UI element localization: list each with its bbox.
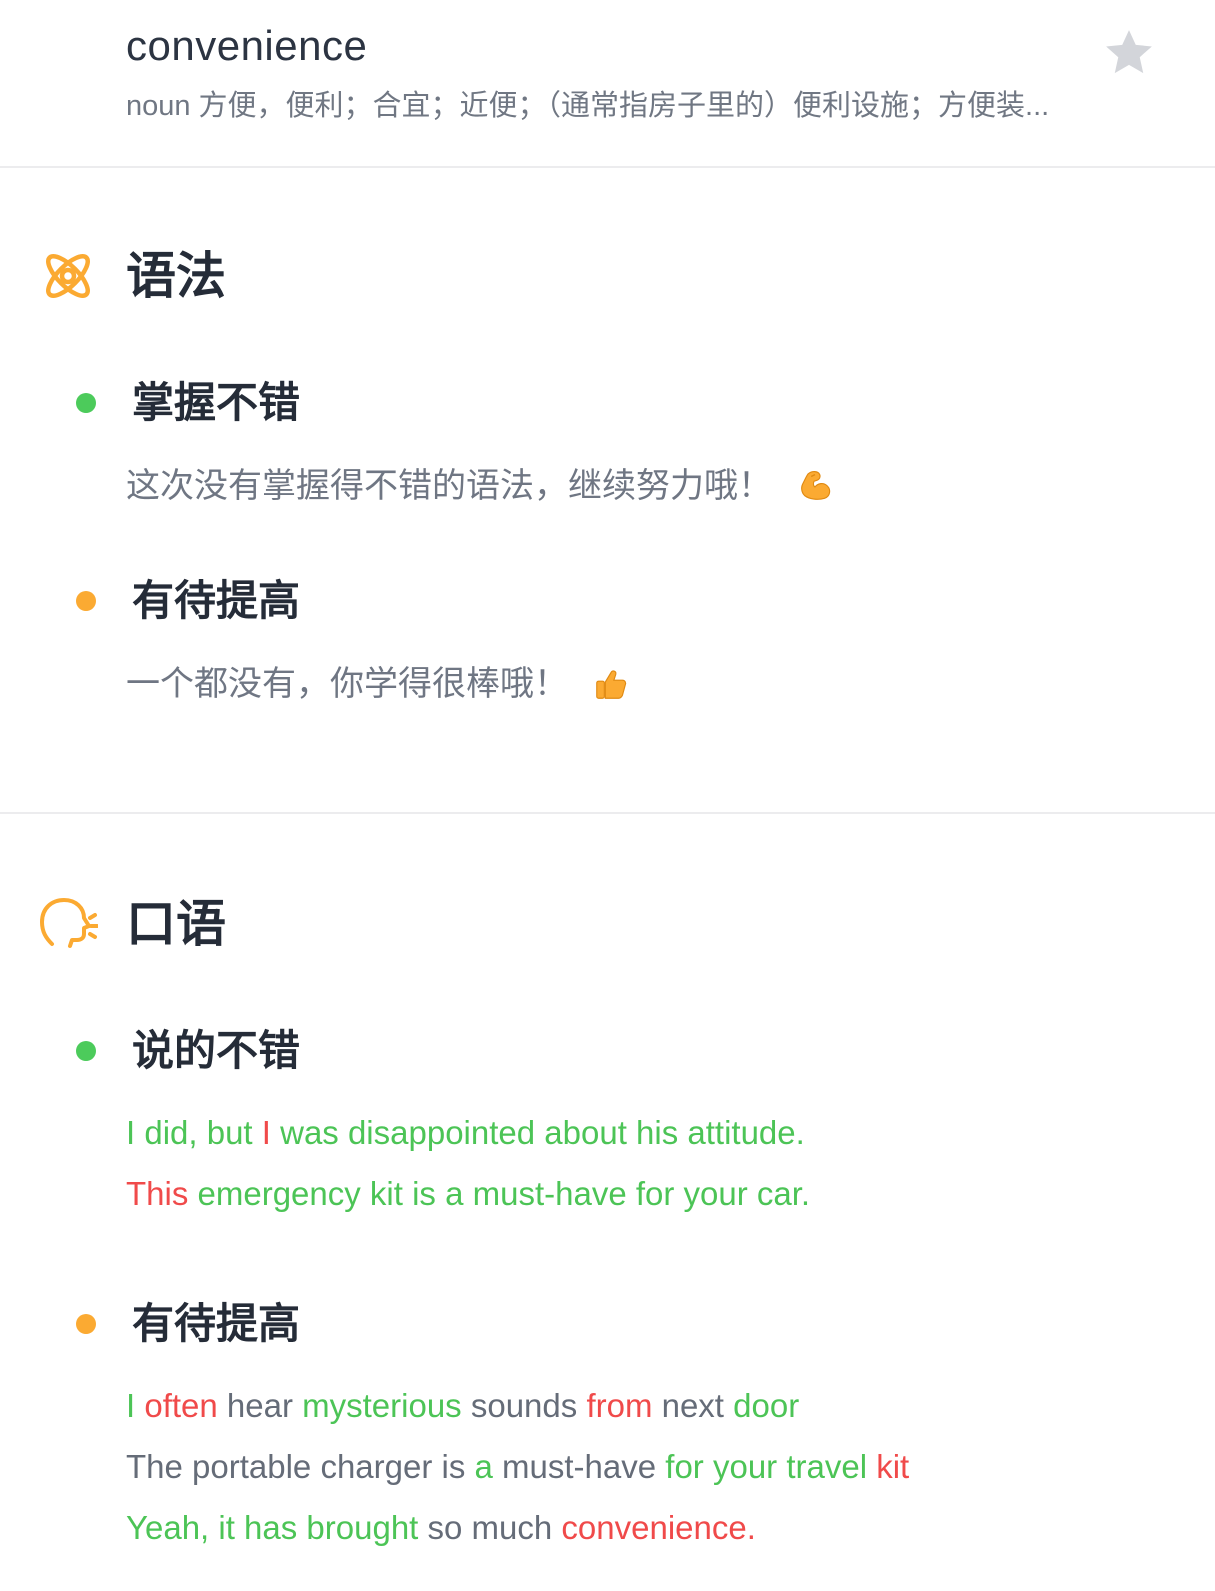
good-status-dot	[76, 393, 96, 413]
flexed-biceps-emoji	[801, 471, 831, 500]
sentence-segment-red: This	[126, 1175, 189, 1212]
sentence-segment-red: convenience.	[561, 1509, 756, 1546]
sentence-segment-green: Yeah, it has brought	[126, 1509, 428, 1546]
thumbs-up-emoji	[596, 670, 627, 699]
speaking-title: 口语	[126, 896, 226, 952]
sentence-segment-gray: next	[652, 1387, 734, 1424]
word-title: convenience	[126, 22, 368, 69]
grammar-good-note: 这次没有掌握得不错的语法，继续努力哦！	[126, 462, 834, 510]
sentence-segment-red: kit	[876, 1448, 910, 1485]
speaking-head-icon	[40, 898, 98, 948]
sentence-segment-gray: much	[462, 1509, 562, 1546]
word-header: convenience noun 方便，便利；合宜；近便；（通常指房子里的）便利设…	[0, 0, 1215, 168]
example-sentence: Yeah, it has brought so much convenience…	[126, 1505, 756, 1551]
sentence-segment-green: a	[474, 1448, 493, 1485]
grammar-title: 语法	[126, 248, 226, 304]
speaking-improve-header: 有待提高	[76, 1296, 300, 1352]
star-icon[interactable]	[1101, 25, 1157, 81]
sentence-segment-gray: The portable charger is	[126, 1448, 475, 1485]
part-of-speech: noun	[126, 90, 191, 122]
grammar-good-text: 这次没有掌握得不错的语法，继续努力哦！	[126, 467, 772, 505]
sentence-segment-green: mysterious	[302, 1387, 462, 1424]
speaking-good-header: 说的不错	[76, 1023, 300, 1079]
sentence-segment-gray: hear	[217, 1387, 303, 1424]
good-status-dot	[76, 1041, 96, 1061]
sentence-segment-green: I	[126, 1387, 145, 1424]
word-definition: noun 方便，便利；合宜；近便；（通常指房子里的）便利设施；方便装...	[126, 84, 1106, 128]
sentence-segment-red: often	[144, 1387, 218, 1424]
grammar-section-header: 语法	[38, 244, 226, 308]
grammar-knot-icon	[46, 254, 90, 298]
speaking-improve-title: 有待提高	[132, 1300, 301, 1347]
sentence-segment-green: I did, but	[126, 1114, 262, 1151]
definition-text: 方便，便利；合宜；近便；（通常指房子里的）便利设施；方便装...	[198, 90, 1050, 122]
sentence-segment-gray: must-have	[492, 1448, 666, 1485]
sentence-segment-green: for your travel	[665, 1448, 877, 1485]
favorite-star-button[interactable]	[1101, 25, 1157, 81]
sentence-segment-red: I	[261, 1114, 271, 1151]
example-sentence: I often hear mysterious sounds from next…	[126, 1383, 799, 1429]
sentence-segment-red: from	[586, 1387, 653, 1424]
speaking-section-header: 口语	[38, 892, 226, 956]
sentence-segment-green: was disappointed about his attitude.	[270, 1114, 805, 1151]
sentence-segment-green: door	[733, 1387, 800, 1424]
sentence-segment-green: emergency kit is a must-have for your ca…	[188, 1175, 811, 1212]
improve-status-dot	[76, 591, 96, 611]
example-sentence: I did, but I was disappointed about his …	[126, 1110, 805, 1156]
sentence-segment-gray: sounds	[461, 1387, 587, 1424]
speaking-good-title: 说的不错	[132, 1027, 301, 1074]
grammar-improve-text: 一个都没有，你学得很棒哦！	[126, 665, 568, 703]
improve-status-dot	[76, 1314, 96, 1334]
grammar-good-title: 掌握不错	[132, 379, 301, 426]
example-sentence: This emergency kit is a must-have for yo…	[126, 1171, 810, 1217]
grammar-improve-title: 有待提高	[132, 577, 301, 624]
grammar-improve-note: 一个都没有，你学得很棒哦！	[126, 660, 630, 708]
grammar-improve-header: 有待提高	[76, 573, 300, 629]
sentence-segment-gray: so	[427, 1509, 463, 1546]
grammar-good-header: 掌握不错	[76, 375, 300, 431]
example-sentence: The portable charger is a must-have for …	[126, 1444, 909, 1490]
section-divider	[0, 812, 1215, 814]
